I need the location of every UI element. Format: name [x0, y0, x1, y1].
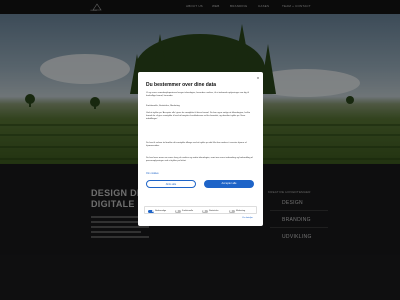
toggle-switch-icon[interactable] — [148, 209, 154, 213]
toggle-switch-icon[interactable] — [175, 209, 181, 213]
toggle-necessary[interactable]: Nødvendige — [148, 209, 167, 213]
consent-toggles: Nødvendige Funktionelle Statistiske Mark… — [144, 206, 257, 214]
dialog-body-1: Ved at trykke på 'Accepter alle' giver d… — [146, 112, 251, 120]
deny-all-button[interactable]: Afvis alle — [146, 180, 196, 188]
dialog-body-2: Du kan til enhver tid trække dit samtykk… — [146, 142, 247, 147]
dialog-intro: Vi og vores samarbejdspartnere bruger te… — [146, 92, 249, 97]
cookie-policy-link[interactable]: Om cookies — [146, 172, 159, 175]
toggle-switch-icon[interactable] — [229, 209, 235, 213]
toggle-label: Funktionelle — [182, 209, 194, 212]
toggle-functional[interactable]: Funktionelle — [175, 209, 194, 213]
close-icon[interactable]: x — [257, 76, 259, 80]
show-details-link[interactable]: Vis detaljer — [242, 217, 253, 219]
toggle-statistics[interactable]: Statistiske — [202, 209, 219, 213]
toggle-label: Statistiske — [209, 209, 219, 212]
toggle-marketing[interactable]: Marketing — [229, 209, 246, 213]
accept-all-button[interactable]: Accepter alle — [204, 180, 254, 188]
dialog-title: Du bestemmer over dine data — [146, 82, 217, 88]
dialog-purposes: Funktionelle, Statistiske, Marketing — [146, 105, 180, 107]
toggle-label: Marketing — [236, 209, 246, 212]
cookie-consent-dialog: x Du bestemmer over dine data Vi og vore… — [138, 72, 263, 226]
dialog-body-3: Du kan læse mere om vores brug af cookie… — [146, 157, 253, 162]
toggle-switch-icon[interactable] — [202, 209, 208, 213]
toggle-label: Nødvendige — [155, 209, 167, 212]
